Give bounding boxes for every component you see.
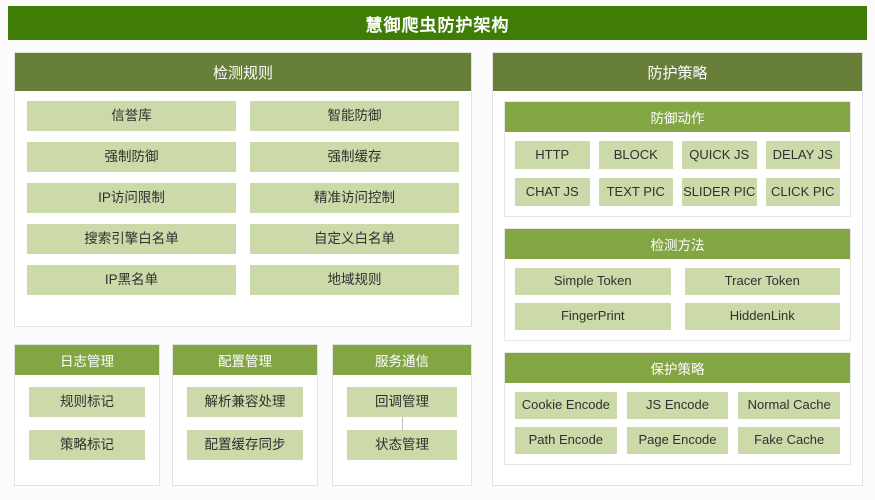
protect-policy-tile[interactable]: Path Encode (515, 427, 617, 454)
subcard-defense-actions-body: HTTP BLOCK QUICK JS DELAY JS CHAT JS TEX… (505, 132, 850, 216)
defense-action-tile[interactable]: QUICK JS (682, 141, 757, 169)
connector-line (402, 417, 403, 430)
panel-detection-rules-title: 检测规则 (212, 64, 273, 82)
config-management-tile[interactable]: 解析兼容处理 (187, 387, 303, 417)
diagram-title: 慧御爬虫防护架构 (365, 15, 510, 35)
subcard-detection-methods-header: 检测方法 (505, 229, 850, 259)
defense-action-tile[interactable]: TEXT PIC (598, 178, 673, 206)
subcard-defense-actions-header: 防御动作 (505, 102, 850, 132)
panel-config-management-body: 解析兼容处理 配置缓存同步 (173, 375, 317, 474)
detection-rule-tile[interactable]: 搜索引擎白名单 (27, 224, 236, 254)
protect-policy-tile[interactable]: JS Encode (626, 392, 729, 419)
protect-policy-tile[interactable]: Cookie Encode (515, 392, 617, 419)
panel-log-management-header: 日志管理 (15, 345, 159, 375)
detection-rule-tile[interactable]: 智能防御 (250, 101, 459, 131)
defense-action-tile[interactable]: BLOCK (598, 141, 673, 169)
subcard-detection-methods-title: 检测方法 (650, 238, 705, 253)
defense-actions-grid: HTTP BLOCK QUICK JS DELAY JS CHAT JS TEX… (515, 141, 840, 206)
panel-protection-strategy: 防护策略 防御动作 HTTP BLOCK QUICK JS DELAY JS C… (492, 52, 863, 486)
detection-method-tile[interactable]: HiddenLink (684, 303, 840, 330)
defense-action-tile[interactable]: CLICK PIC (765, 178, 840, 206)
log-management-tile[interactable]: 策略标记 (29, 430, 145, 460)
detection-rule-tile[interactable]: 强制缓存 (250, 142, 459, 172)
subcard-protect-policies: 保护策略 Cookie Encode JS Encode Normal Cach… (504, 352, 851, 465)
protect-policy-tile[interactable]: Normal Cache (738, 392, 840, 419)
detection-rules-grid: 信誉库 智能防御 强制防御 强制缓存 IP访问限制 精准访问控制 搜索引擎白名单… (27, 101, 459, 295)
panel-protection-strategy-header: 防护策略 (493, 53, 862, 91)
service-communication-tile[interactable]: 状态管理 (347, 430, 457, 460)
panel-protection-strategy-title: 防护策略 (647, 64, 708, 82)
detection-method-tile[interactable]: FingerPrint (515, 303, 671, 330)
config-management-tile[interactable]: 配置缓存同步 (187, 430, 303, 460)
panel-log-management-title: 日志管理 (60, 354, 114, 369)
panel-config-management-title: 配置管理 (218, 354, 272, 369)
subcard-protect-policies-body: Cookie Encode JS Encode Normal Cache Pat… (505, 383, 850, 464)
detection-method-tile[interactable]: Tracer Token (684, 268, 840, 295)
panel-service-communication-body: 回调管理 状态管理 (333, 375, 471, 474)
panel-log-management-body: 规则标记 策略标记 (15, 375, 159, 474)
panel-detection-rules-header: 检测规则 (15, 53, 471, 91)
panel-detection-rules-body: 信誉库 智能防御 强制防御 强制缓存 IP访问限制 精准访问控制 搜索引擎白名单… (15, 91, 471, 307)
panel-detection-rules: 检测规则 信誉库 智能防御 强制防御 强制缓存 IP访问限制 精准访问控制 搜索… (14, 52, 472, 327)
log-management-tile[interactable]: 规则标记 (29, 387, 145, 417)
defense-action-tile[interactable]: CHAT JS (515, 178, 590, 206)
detection-method-tile[interactable]: Simple Token (515, 268, 671, 295)
detection-methods-grid: Simple Token Tracer Token FingerPrint Hi… (515, 268, 840, 330)
protect-policy-tile[interactable]: Page Encode (626, 427, 729, 454)
defense-action-tile[interactable]: DELAY JS (765, 141, 840, 169)
panel-config-management-header: 配置管理 (173, 345, 317, 375)
protect-policy-tile[interactable]: Fake Cache (738, 427, 840, 454)
defense-action-tile[interactable]: SLIDER PIC (682, 178, 757, 206)
detection-rule-tile[interactable]: 地域规则 (250, 265, 459, 295)
subcard-defense-actions: 防御动作 HTTP BLOCK QUICK JS DELAY JS CHAT J… (504, 101, 851, 217)
protect-policies-grid: Cookie Encode JS Encode Normal Cache Pat… (515, 392, 840, 454)
defense-action-tile[interactable]: HTTP (515, 141, 590, 169)
subcard-detection-methods-body: Simple Token Tracer Token FingerPrint Hi… (505, 259, 850, 340)
panel-service-communication: 服务通信 回调管理 状态管理 (332, 344, 472, 486)
panel-log-management: 日志管理 规则标记 策略标记 (14, 344, 160, 486)
detection-rule-tile[interactable]: 信誉库 (27, 101, 236, 131)
service-communication-tile[interactable]: 回调管理 (347, 387, 457, 417)
subcard-protect-policies-header: 保护策略 (505, 353, 850, 383)
subcard-defense-actions-title: 防御动作 (650, 111, 705, 126)
detection-rule-tile[interactable]: 精准访问控制 (250, 183, 459, 213)
panel-config-management: 配置管理 解析兼容处理 配置缓存同步 (172, 344, 318, 486)
subcard-detection-methods: 检测方法 Simple Token Tracer Token FingerPri… (504, 228, 851, 341)
subcard-protect-policies-title: 保护策略 (650, 362, 705, 377)
detection-rule-tile[interactable]: 强制防御 (27, 142, 236, 172)
diagram-title-bar: 慧御爬虫防护架构 (8, 6, 867, 40)
panel-protection-strategy-body: 防御动作 HTTP BLOCK QUICK JS DELAY JS CHAT J… (493, 91, 862, 476)
detection-rule-tile[interactable]: IP访问限制 (27, 183, 236, 213)
detection-rule-tile[interactable]: IP黑名单 (27, 265, 236, 295)
panel-service-communication-header: 服务通信 (333, 345, 471, 375)
detection-rule-tile[interactable]: 自定义白名单 (250, 224, 459, 254)
architecture-diagram: 慧御爬虫防护架构 检测规则 信誉库 智能防御 强制防御 强制缓存 IP访问限制 … (0, 0, 875, 500)
panel-service-communication-title: 服务通信 (375, 354, 429, 369)
